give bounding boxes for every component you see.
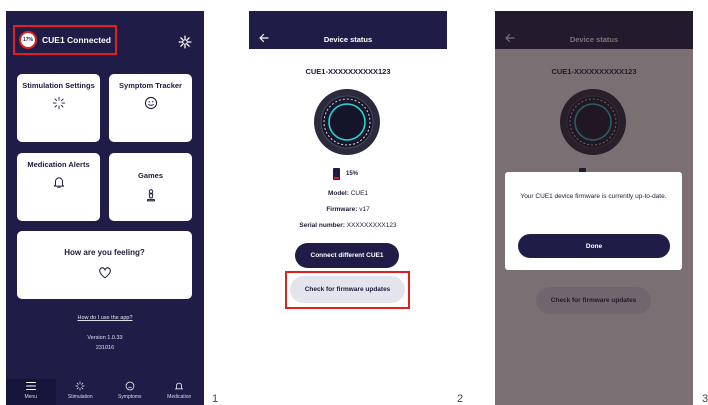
firmware-dialog-screen: Device status CUE1-XXXXXXXXXX123 Check f… — [495, 11, 693, 405]
nav-medication[interactable]: Medication — [155, 379, 205, 405]
version-number: Version 1.0.33 — [87, 335, 123, 341]
bell-icon — [175, 382, 184, 390]
gear-icon[interactable] — [178, 35, 192, 49]
card-label: Medication Alerts — [27, 160, 90, 169]
feeling-label: How are you feeling? — [64, 248, 145, 257]
page-title: Device status — [323, 35, 373, 44]
nav-label: Medication — [167, 394, 192, 400]
model-line: Model: CUE1 — [249, 190, 447, 197]
medication-alerts-card[interactable]: Medication Alerts — [17, 153, 100, 221]
sparkle-icon — [75, 381, 85, 391]
chess-pawn-icon — [146, 189, 155, 202]
battery-row: 15% — [333, 168, 358, 180]
nav-label: Stimulation — [67, 394, 93, 400]
step-number: 3 — [702, 393, 708, 405]
smiley-icon — [144, 96, 157, 110]
connect-different-button[interactable]: Connect different CUE1 — [295, 243, 399, 268]
menu-icon — [25, 382, 36, 390]
smiley-icon — [125, 381, 135, 391]
firmware-dialog: Your CUE1 device firmware is currently u… — [505, 172, 682, 270]
firmware-value: v17 — [359, 206, 370, 213]
serial-value: XXXXXXXXX123 — [346, 222, 397, 229]
nav-symptoms[interactable]: Symptoms — [105, 379, 155, 405]
games-card[interactable]: Games — [109, 153, 192, 221]
step-number: 1 — [212, 393, 219, 405]
nav-menu[interactable]: Menu — [6, 379, 56, 405]
card-label: Games — [137, 171, 164, 180]
firmware-line: Firmware: v17 — [249, 206, 447, 213]
home-screen: 17% CUE1 Connected Stimulation Settings … — [6, 11, 204, 405]
step-number: 2 — [457, 393, 464, 405]
device-status-screen: Device status CUE1-XXXXXXXXXX123 15% Mod… — [249, 11, 447, 405]
card-label: Symptom Tracker — [119, 81, 182, 90]
battery-icon — [333, 168, 340, 180]
stimulation-settings-card[interactable]: Stimulation Settings — [17, 74, 100, 142]
header: Device status — [249, 11, 447, 49]
done-button[interactable]: Done — [518, 234, 670, 258]
bell-icon — [53, 177, 64, 188]
serial-line: Serial number: XXXXXXXXX123 — [249, 222, 447, 229]
serial-label: Serial number: — [299, 222, 345, 229]
build-number: 231016 — [95, 345, 115, 351]
connection-status[interactable]: 17% CUE1 Connected — [13, 25, 117, 55]
model-label: Model: — [327, 190, 349, 197]
device-id: CUE1-XXXXXXXXXX123 — [305, 67, 391, 76]
model-value: CUE1 — [350, 190, 369, 197]
heart-icon — [98, 267, 111, 279]
firmware-label: Firmware: — [326, 206, 358, 213]
symptom-tracker-card[interactable]: Symptom Tracker — [109, 74, 192, 142]
help-link[interactable]: How do I use the app? — [6, 315, 204, 321]
nav-stimulation[interactable]: Stimulation — [56, 379, 106, 405]
battery-percent: 15% — [346, 171, 359, 177]
check-firmware-button[interactable]: Check for firmware updates — [290, 276, 405, 303]
sparkle-icon — [52, 96, 65, 110]
connection-label: CUE1 Connected — [42, 35, 111, 45]
nav-label: Symptoms — [117, 394, 142, 400]
version-info: Version 1.0.33 231016 — [6, 333, 204, 353]
dialog-message: Your CUE1 device firmware is currently u… — [520, 193, 667, 200]
feeling-card[interactable]: How are you feeling? — [17, 231, 192, 299]
card-label: Stimulation Settings — [22, 81, 95, 90]
battery-indicator: 17% — [19, 31, 37, 49]
bottom-nav: Menu Stimulation Symptoms Medication — [6, 379, 204, 405]
cue-device-image — [314, 89, 380, 155]
nav-label: Menu — [24, 394, 37, 400]
